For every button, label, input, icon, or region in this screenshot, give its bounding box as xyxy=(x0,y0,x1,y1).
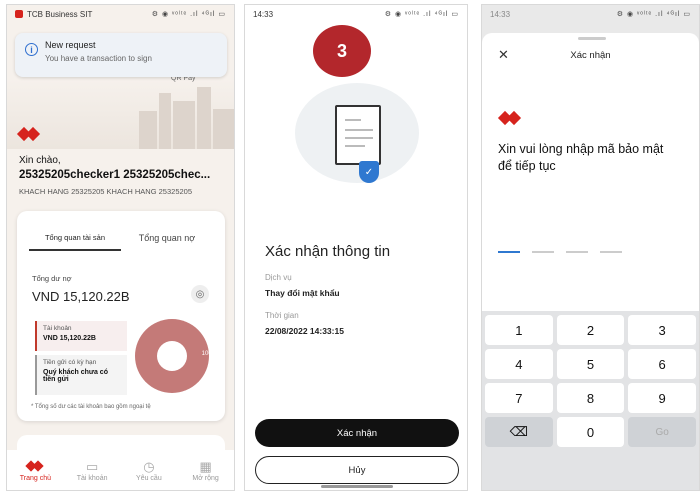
notification-title: New request xyxy=(45,40,96,50)
pin-slot xyxy=(600,251,622,253)
clock-icon: ◷ xyxy=(143,458,155,474)
status-time: 14:33 xyxy=(490,9,511,19)
donut-hole xyxy=(157,341,187,371)
status-app-title: TCB Business SIT xyxy=(27,9,93,19)
overview-tabs: Tổng quan tài sản Tổng quan nợ xyxy=(29,233,213,251)
key-4[interactable]: 4 xyxy=(485,349,553,379)
donut-percent: 100% xyxy=(201,351,217,357)
city-banner: QR Pay xyxy=(7,75,234,149)
confirm-button[interactable]: Xác nhận xyxy=(255,419,459,447)
nav-account-label: Tài khoản xyxy=(76,474,108,482)
info-icon: i xyxy=(25,43,38,56)
security-code-screen: 14:33 ⚙ ◉ ᵛᵒˡᵗᵉ .ıl ⁴ᴳıl ▭ ✕ Xác nhận Xi… xyxy=(481,4,700,491)
total-label: Tổng dư nợ xyxy=(32,274,72,283)
nav-requests[interactable]: ◷ Yêu cầu xyxy=(121,450,178,490)
building-shape xyxy=(139,111,157,149)
status-icons: ⚙ ◉ ᵛᵒˡᵗᵉ .ıl ⁴ᴳıl ▭ xyxy=(384,11,459,18)
asset-donut-chart: 100% xyxy=(135,319,217,393)
document-icon xyxy=(335,105,381,165)
notification-banner[interactable]: i New request You have a transaction to … xyxy=(15,33,227,77)
shield-check-icon: ✓ xyxy=(359,161,379,183)
deposit-value: Quý khách chưa có tiền gửi xyxy=(43,369,108,383)
home-logo-icon xyxy=(25,459,45,475)
app-icon xyxy=(15,10,23,18)
go-button[interactable]: Go xyxy=(628,417,696,447)
notification-subtitle: You have a transaction to sign xyxy=(45,54,152,63)
time-label: Thời gian xyxy=(265,311,299,320)
status-bar: TCB Business SIT ⚙ ◉ ᵛᵒˡᵗᵉ .ıl ⁴ᴳıl ▭ xyxy=(7,5,234,23)
key-8[interactable]: 8 xyxy=(556,383,625,413)
nav-requests-label: Yêu cầu xyxy=(136,474,162,482)
time-value: 22/08/2022 14:33:15 xyxy=(265,326,344,336)
nav-more-label: Mở rộng xyxy=(192,474,219,482)
nav-account[interactable]: ▭ Tài khoản xyxy=(64,450,121,490)
key-1[interactable]: 1 xyxy=(485,315,553,345)
step-number-badge: 3 xyxy=(313,25,371,77)
building-shape xyxy=(197,87,211,149)
techcombank-logo-icon xyxy=(497,110,522,127)
sheet-grabber[interactable] xyxy=(578,37,606,40)
account-label: Tài khoản xyxy=(43,325,72,332)
tab-asset-overview[interactable]: Tổng quan tài sản xyxy=(29,233,121,251)
overview-card: Tổng quan tài sản Tổng quan nợ Tổng dư n… xyxy=(17,211,225,421)
security-prompt: Xin vui lòng nhập mã bảo mật để tiếp tục xyxy=(498,142,664,173)
key-3[interactable]: 3 xyxy=(628,315,696,345)
home-screen: TCB Business SIT ⚙ ◉ ᵛᵒˡᵗᵉ .ıl ⁴ᴳıl ▭ QR… xyxy=(6,4,235,491)
pin-slot xyxy=(532,251,554,253)
nav-home-label: Trang chủ xyxy=(19,474,51,482)
status-icons: ⚙ ◉ ᵛᵒˡᵗᵉ .ıl ⁴ᴳıl ▭ xyxy=(151,11,226,18)
building-shape xyxy=(173,101,195,149)
building-shape xyxy=(159,93,171,149)
status-icons: ⚙ ◉ ᵛᵒˡᵗᵉ .ıl ⁴ᴳıl ▭ xyxy=(616,11,691,18)
backspace-icon[interactable]: ⌫ xyxy=(485,417,553,447)
nav-home[interactable]: Trang chủ xyxy=(7,450,64,490)
page-title: Xác nhận thông tin xyxy=(265,243,391,260)
key-6[interactable]: 6 xyxy=(628,349,696,379)
pin-input[interactable] xyxy=(498,251,622,253)
status-bar: 14:33 ⚙ ◉ ᵛᵒˡᵗᵉ .ıl ⁴ᴳıl ▭ xyxy=(245,5,467,23)
key-0[interactable]: 0 xyxy=(556,417,625,447)
service-label: Dịch vụ xyxy=(265,273,292,282)
confirm-info-screen: 14:33 ⚙ ◉ ᵛᵒˡᵗᵉ .ıl ⁴ᴳıl ▭ 3 ✓ Xác nhận … xyxy=(244,4,468,491)
service-value: Thay đổi mật khẩu xyxy=(265,288,340,298)
building-shape xyxy=(213,109,234,149)
pin-slot xyxy=(566,251,588,253)
key-7[interactable]: 7 xyxy=(485,383,553,413)
greeting-text: Xin chào, xyxy=(19,155,61,166)
customer-name: KHACH HANG 25325205 KHACH HANG 25325205 xyxy=(19,187,193,196)
tab-debt-overview[interactable]: Tổng quan nợ xyxy=(121,233,213,251)
username: 25325205checker1 25325205chec... xyxy=(19,169,211,181)
numeric-keypad: 1 2 3 4 5 6 7 8 9 ⌫ 0 Go xyxy=(482,311,699,490)
deposit-box[interactable]: Tiền gửi có kỳ hạn Quý khách chưa có tiề… xyxy=(35,355,127,395)
cancel-button[interactable]: Hủy xyxy=(255,456,459,484)
status-bar: 14:33 ⚙ ◉ ᵛᵒˡᵗᵉ .ıl ⁴ᴳıl ▭ xyxy=(482,5,699,23)
grid-icon: ▦ xyxy=(199,458,212,474)
bottom-nav: Trang chủ ▭ Tài khoản ◷ Yêu cầu ▦ Mở rộn… xyxy=(7,450,234,490)
hide-balance-eye-icon[interactable]: ◎ xyxy=(191,285,209,303)
key-5[interactable]: 5 xyxy=(556,349,625,379)
key-2[interactable]: 2 xyxy=(556,315,625,345)
footnote: * Tổng số dư các tài khoản bao gồm ngoại… xyxy=(31,404,151,410)
deposit-label: Tiền gửi có kỳ hạn xyxy=(43,359,97,366)
pin-slot xyxy=(498,251,520,253)
sheet-title: Xác nhận xyxy=(570,50,611,61)
home-indicator xyxy=(321,485,393,488)
nav-more[interactable]: ▦ Mở rộng xyxy=(177,450,234,490)
status-time: 14:33 xyxy=(253,9,274,19)
techcombank-logo-icon xyxy=(16,126,41,143)
account-value: VND 15,120.22B xyxy=(43,335,96,342)
wallet-icon: ▭ xyxy=(85,458,99,474)
key-9[interactable]: 9 xyxy=(628,383,696,413)
account-box[interactable]: Tài khoản VND 15,120.22B xyxy=(35,321,127,351)
total-value: VND 15,120.22B xyxy=(32,289,130,304)
